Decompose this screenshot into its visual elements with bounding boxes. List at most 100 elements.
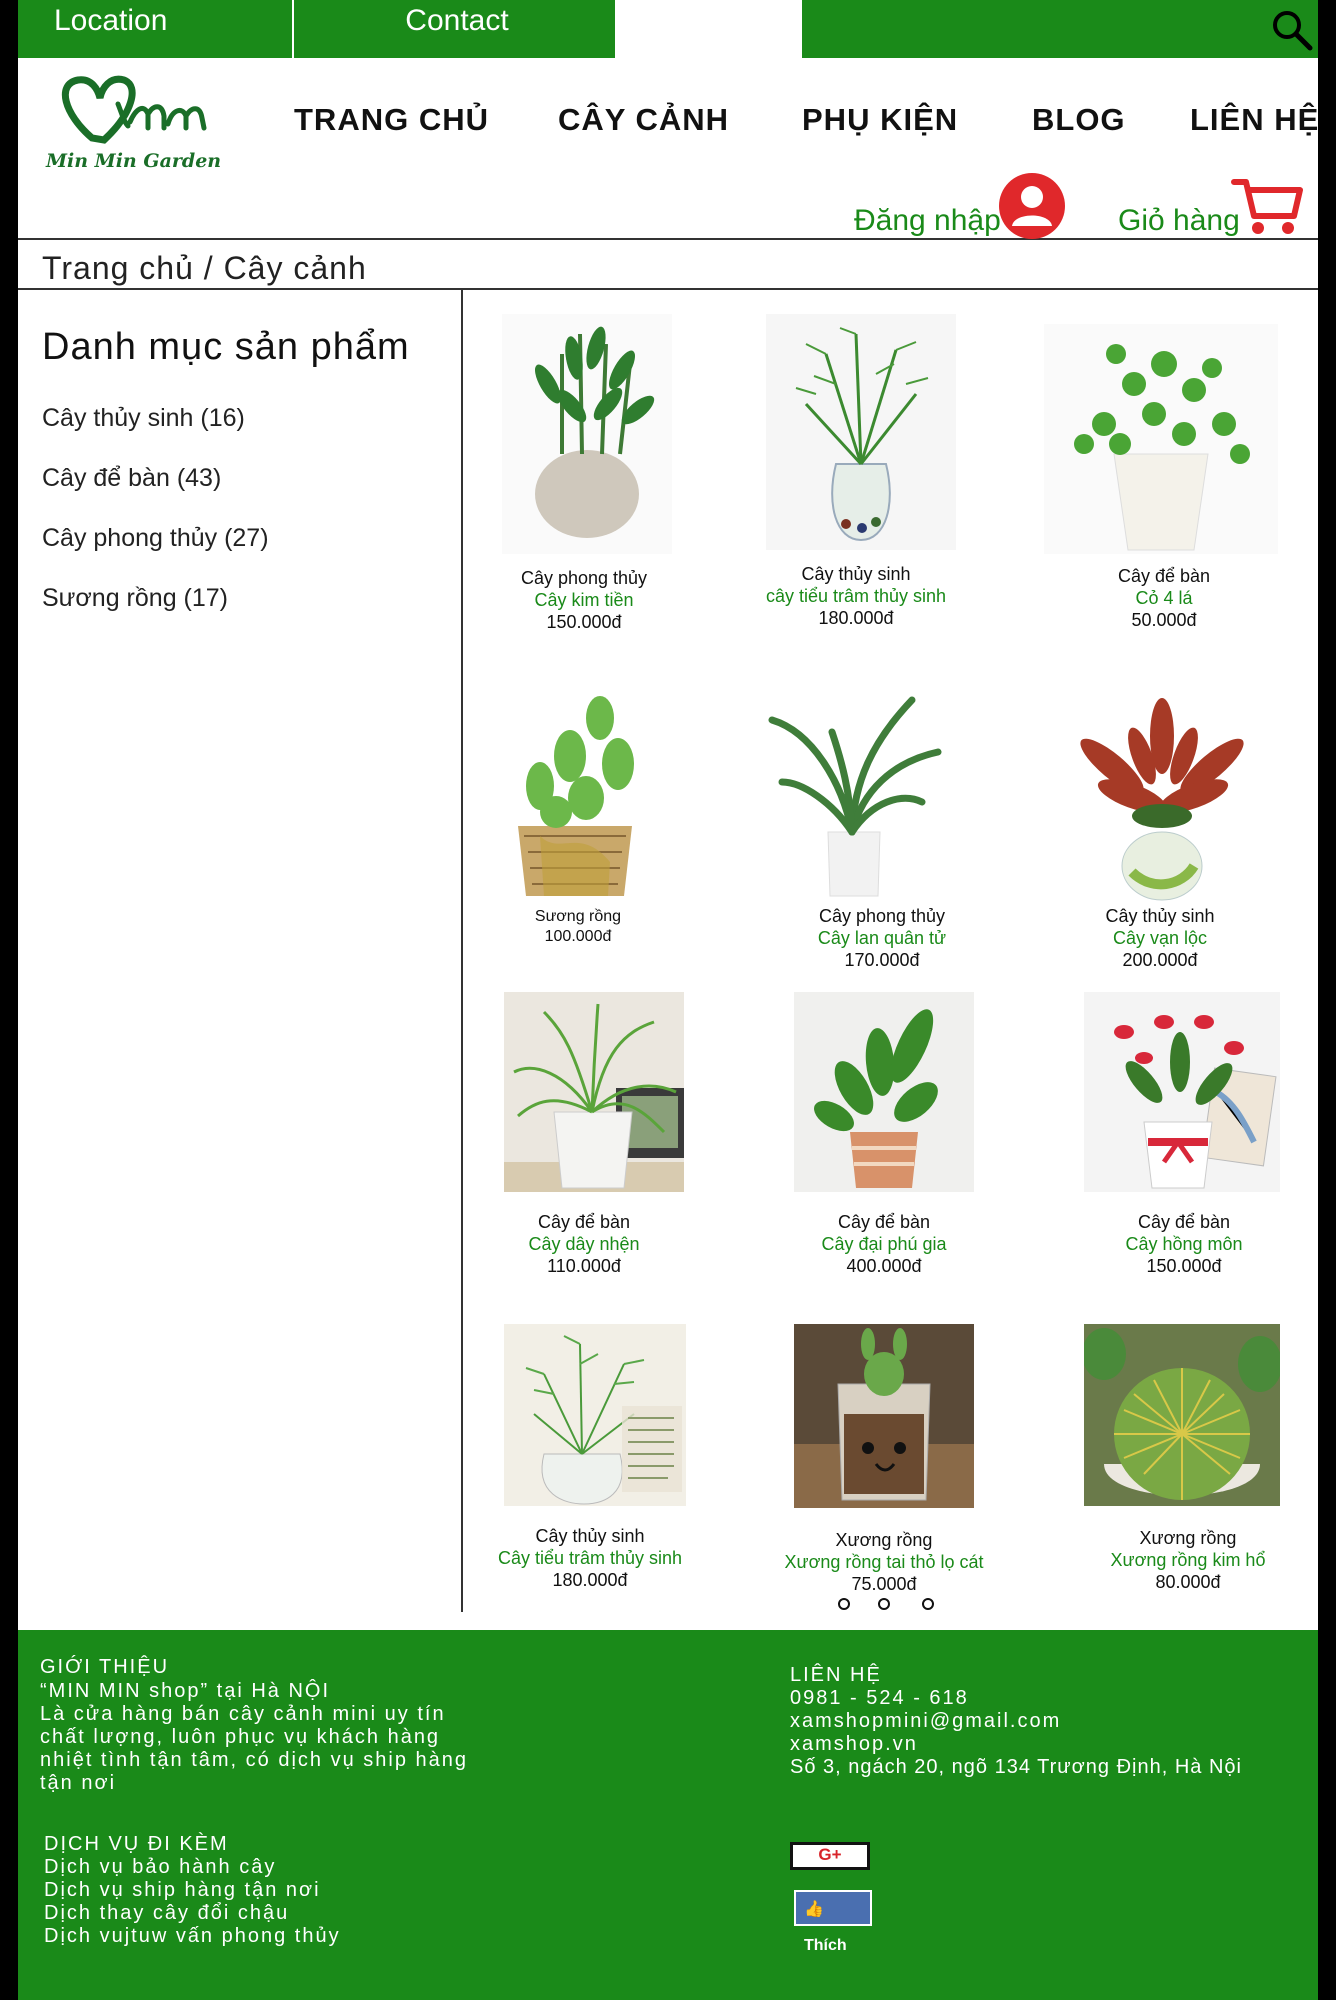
product-image[interactable] — [500, 686, 650, 900]
product-name[interactable]: Cây hồng môn — [1054, 1234, 1314, 1255]
top-bar: Location Contact — [18, 0, 1318, 58]
product-price: 100.000đ — [544, 928, 612, 945]
product-image[interactable] — [762, 692, 942, 898]
category-item[interactable]: Cây phong thủy (27) — [42, 524, 269, 553]
product-image[interactable] — [1084, 992, 1280, 1192]
like-label: Thích — [804, 1937, 847, 1954]
nav-contact[interactable]: LIÊN HỆ — [1190, 102, 1319, 138]
sidebar-title: Danh mục sản phẩm — [42, 326, 410, 368]
product-image[interactable] — [794, 1324, 974, 1508]
footer-intro-title: GIỚI THIỆU — [40, 1656, 170, 1678]
footer-website[interactable]: xamshop.vn — [790, 1733, 918, 1756]
page-dot[interactable] — [878, 1598, 890, 1610]
product-image[interactable] — [1084, 1324, 1280, 1506]
google-plus-button[interactable]: G+ — [790, 1842, 870, 1870]
page-dot[interactable] — [838, 1598, 850, 1610]
category-item[interactable]: Cây để bàn (43) — [42, 464, 221, 493]
page: Location Contact Min Min Garden TRANG CH… — [18, 0, 1318, 2000]
footer-service-item[interactable]: Dịch vụ bảo hành cây — [44, 1856, 276, 1879]
category-item[interactable]: Cây thủy sinh (16) — [42, 404, 245, 433]
breadcrumb[interactable]: Trang chủ / Cây cảnh — [42, 250, 367, 287]
category-sidebar: Danh mục sản phẩm Cây thủy sinh (16) Cây… — [18, 290, 463, 1612]
product-type: Xương rồng — [835, 1530, 933, 1550]
product-card[interactable]: Cây để bàn Cây hồng môn 150.000đ — [1054, 992, 1314, 1282]
product-type: Cây thủy sinh — [1105, 906, 1215, 926]
nav-blog[interactable]: BLOG — [1032, 102, 1126, 138]
product-card[interactable]: Sương rồng 100.000đ — [448, 686, 708, 946]
product-name[interactable]: cây tiểu trâm thủy sinh — [726, 586, 986, 607]
product-card[interactable]: Cây phong thủy Cây lan quân tử 170.000đ — [752, 692, 1012, 972]
product-name[interactable]: Cây tiểu trâm thủy sinh — [460, 1548, 720, 1569]
product-name[interactable]: Xương rồng tai thỏ lọ cát — [754, 1552, 1014, 1573]
product-image[interactable] — [504, 992, 684, 1192]
thumbs-up-icon: 👍 — [804, 1901, 824, 1918]
product-price: 80.000đ — [1155, 1572, 1221, 1592]
contact-tab[interactable]: Contact — [296, 0, 618, 58]
footer-intro-line: chất lượng, luôn phục vụ khách hàng — [40, 1726, 441, 1748]
product-image[interactable] — [502, 314, 672, 554]
nav-plants[interactable]: CÂY CẢNH — [558, 102, 729, 138]
product-card[interactable]: Xương rồng Xương rồng tai thỏ lọ cát 75.… — [754, 1324, 1014, 1594]
product-image[interactable] — [1062, 696, 1266, 902]
product-price: 150.000đ — [1146, 1256, 1222, 1276]
product-card[interactable]: Cây thủy sinh Cây tiểu trâm thủy sinh 18… — [460, 1324, 720, 1590]
product-price: 75.000đ — [851, 1574, 917, 1594]
product-card[interactable]: Cây để bàn Cây dây nhện 110.000đ — [454, 992, 714, 1282]
product-type: Cây thủy sinh — [801, 564, 911, 584]
product-name[interactable]: Cây lan quân tử — [752, 928, 1012, 949]
nav-home[interactable]: TRANG CHỦ — [294, 102, 489, 138]
footer-intro-line: “MIN MIN shop” tại Hà NỘI — [40, 1680, 331, 1702]
product-name[interactable]: Cỏ 4 lá — [1034, 588, 1294, 609]
product-type: Cây phong thủy — [520, 568, 648, 588]
product-name[interactable]: Cây dây nhện — [454, 1234, 714, 1255]
product-card[interactable]: Xương rồng Xương rồng kim hổ 80.000đ — [1058, 1324, 1318, 1592]
footer-service-item[interactable]: Dịch vụ ship hàng tận nơi — [44, 1879, 321, 1902]
product-type: Cây để bàn — [1117, 566, 1211, 586]
product-type: Cây để bàn — [837, 1212, 931, 1232]
search-icon[interactable] — [1270, 8, 1314, 52]
footer-service-item[interactable]: Dịch vujtuw vấn phong thủy — [44, 1925, 341, 1948]
product-card[interactable]: Cây để bàn Cây đại phú gia 400.000đ — [754, 992, 1014, 1282]
user-icon[interactable] — [998, 172, 1066, 240]
product-image[interactable] — [504, 1324, 686, 1506]
nav-accessories[interactable]: PHỤ KIỆN — [802, 102, 958, 138]
product-card[interactable]: Cây để bàn Cỏ 4 lá 50.000đ — [1034, 314, 1294, 634]
site-header: Min Min Garden TRANG CHỦ CÂY CẢNH PHỤ KI… — [18, 58, 1318, 240]
product-price: 50.000đ — [1131, 610, 1197, 630]
category-item[interactable]: Sương rồng (17) — [42, 584, 228, 613]
product-name[interactable]: Xương rồng kim hổ — [1058, 1550, 1318, 1571]
product-type: Cây để bàn — [1137, 1212, 1231, 1232]
product-card[interactable]: Cây thủy sinh cây tiểu trâm thủy sinh 18… — [726, 314, 986, 634]
product-price: 180.000đ — [818, 608, 894, 628]
footer-phone[interactable]: 0981 - 524 - 618 — [790, 1687, 969, 1710]
breadcrumb-bar: Trang chủ / Cây cảnh — [18, 240, 1318, 290]
product-price: 200.000đ — [1122, 950, 1198, 970]
product-type: Xương rồng — [1139, 1528, 1237, 1548]
page-dot[interactable] — [922, 1598, 934, 1610]
footer-contact-title: LIÊN HỆ — [790, 1664, 882, 1686]
login-link[interactable]: Đăng nhập — [854, 204, 1001, 238]
cart-icon[interactable] — [1230, 176, 1304, 238]
facebook-like-button[interactable]: 👍 Thích — [794, 1890, 872, 1954]
footer-service-item[interactable]: Dịch thay cây đổi chậu — [44, 1902, 289, 1925]
product-name[interactable]: Cây đại phú gia — [754, 1234, 1014, 1255]
logo-text: Min Min Garden — [46, 150, 222, 172]
product-image[interactable] — [1044, 324, 1278, 554]
product-name[interactable]: Cây vạn lộc — [1030, 928, 1290, 949]
product-price: 180.000đ — [552, 1570, 628, 1590]
logo-icon[interactable] — [44, 74, 220, 190]
location-tab[interactable]: Location — [18, 0, 294, 58]
product-image[interactable] — [794, 992, 974, 1192]
product-name[interactable]: Cây kim tiền — [454, 590, 714, 611]
footer-address: Số 3, ngách 20, ngõ 134 Trương Định, Hà … — [790, 1756, 1242, 1778]
footer-intro-line: tận nơi — [40, 1772, 117, 1794]
product-price: 110.000đ — [547, 1256, 621, 1276]
footer-intro-line: Là cửa hàng bán cây cảnh mini uy tín — [40, 1703, 446, 1725]
product-price: 170.000đ — [844, 950, 920, 970]
product-card[interactable]: Cây phong thủy Cây kim tiền 150.000đ — [454, 314, 714, 634]
cart-link[interactable]: Giỏ hàng — [1118, 204, 1240, 238]
product-image[interactable] — [766, 314, 956, 550]
product-type: Cây phong thủy — [818, 906, 946, 926]
footer-email[interactable]: xamshopmini@gmail.com — [790, 1710, 1061, 1733]
product-card[interactable]: Cây thủy sinh Cây vạn lộc 200.000đ — [1030, 692, 1290, 972]
